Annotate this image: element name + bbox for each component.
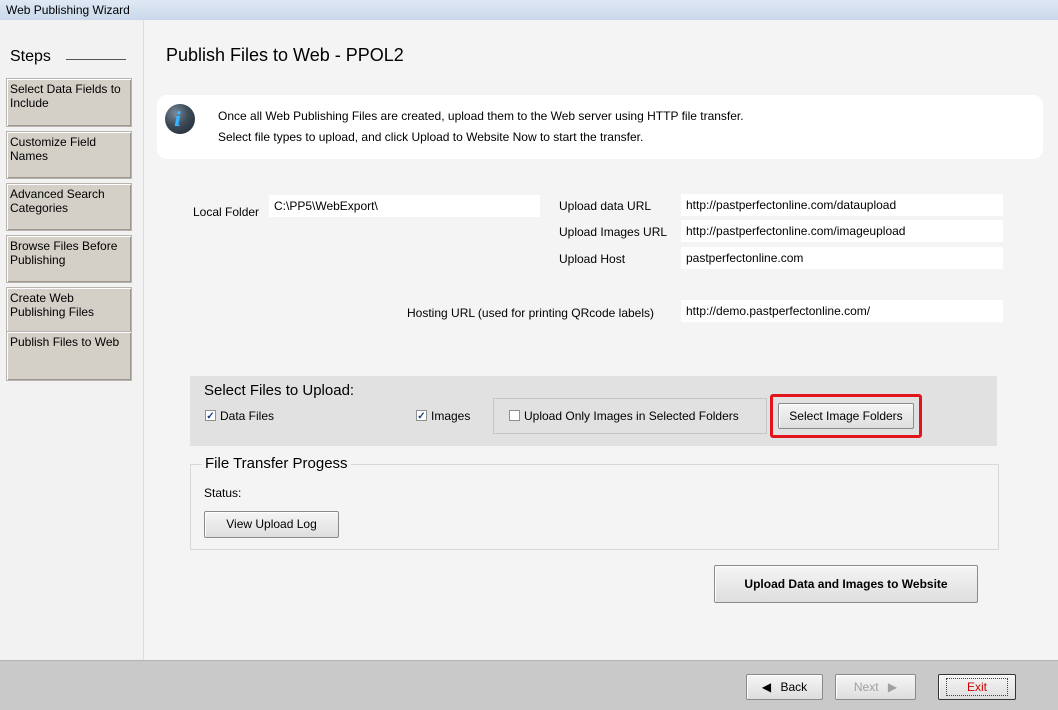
step-publish-files-to-web[interactable]: Publish Files to Web — [6, 331, 132, 381]
next-button[interactable]: Next ▶ — [835, 674, 916, 700]
upload-data-images-button[interactable]: Upload Data and Images to Website — [714, 565, 978, 603]
select-image-folders-button[interactable]: Select Image Folders — [778, 403, 914, 429]
images-label: Images — [431, 409, 471, 423]
info-text-line1: Once all Web Publishing Files are create… — [218, 109, 744, 123]
upload-host-field[interactable]: pastperfectonline.com — [681, 247, 1003, 269]
step-advanced-search-categories[interactable]: Advanced Search Categories — [6, 183, 132, 231]
data-files-checkbox[interactable]: ✓ — [205, 410, 216, 422]
exit-button[interactable]: Exit — [938, 674, 1016, 700]
window-title: Web Publishing Wizard — [6, 3, 130, 17]
local-folder-field[interactable]: C:\PP5\WebExport\ — [269, 195, 540, 217]
upload-images-url-label: Upload Images URL — [559, 225, 668, 239]
next-arrow-icon: ▶ — [887, 680, 898, 694]
steps-divider — [66, 59, 126, 60]
exit-label: Exit — [945, 678, 1008, 696]
only-selected-folders-checkbox[interactable] — [509, 410, 520, 421]
back-arrow-icon: ◀ — [761, 680, 772, 694]
info-box — [157, 95, 1043, 159]
upload-data-url-label: Upload data URL — [559, 199, 652, 213]
local-folder-label: Local Folder — [193, 205, 260, 219]
data-files-label: Data Files — [220, 409, 275, 423]
back-label: Back — [780, 680, 808, 694]
view-upload-log-button[interactable]: View Upload Log — [204, 511, 339, 538]
transfer-progress-title: File Transfer Progess — [202, 455, 351, 472]
images-checkbox[interactable]: ✓ — [416, 410, 427, 422]
upload-selection-title: Select Files to Upload: — [204, 382, 355, 399]
hosting-url-label: Hosting URL (used for printing QRcode la… — [407, 306, 655, 320]
upload-host-label: Upload Host — [559, 252, 626, 266]
hosting-url-field[interactable]: http://demo.pastperfectonline.com/ — [681, 300, 1003, 322]
back-button[interactable]: ◀ Back — [746, 674, 823, 700]
page-title: Publish Files to Web - PPOL2 — [166, 45, 404, 65]
steps-title: Steps — [10, 48, 51, 65]
next-label: Next — [853, 680, 879, 694]
info-icon: i — [165, 104, 195, 134]
upload-data-url-field[interactable]: http://pastperfectonline.com/dataupload — [681, 194, 1003, 216]
upload-images-url-field[interactable]: http://pastperfectonline.com/imageupload — [681, 220, 1003, 242]
status-label: Status: — [204, 486, 242, 500]
info-text-line2: Select file types to upload, and click U… — [218, 130, 644, 144]
only-selected-folders-label: Upload Only Images in Selected Folders — [524, 409, 739, 423]
step-create-web-publishing-files[interactable]: Create Web Publishing Files — [6, 287, 132, 335]
window-titlebar: Web Publishing Wizard — [0, 0, 1058, 21]
step-select-data-fields[interactable]: Select Data Fields to Include — [6, 78, 132, 127]
step-browse-files[interactable]: Browse Files Before Publishing — [6, 235, 132, 283]
step-customize-field-names[interactable]: Customize Field Names — [6, 131, 132, 179]
